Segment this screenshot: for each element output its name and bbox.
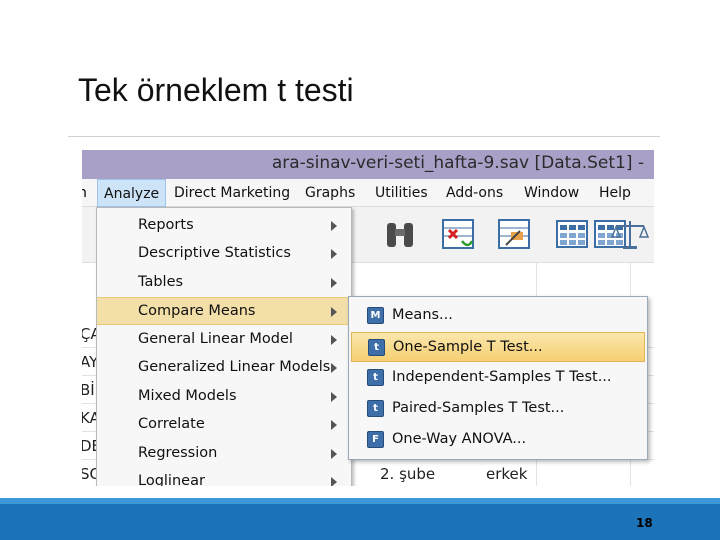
menu-item-label: Correlate: [138, 416, 205, 432]
title-divider: [68, 136, 660, 137]
menu-item-tables[interactable]: Tables: [97, 269, 351, 297]
t-test-icon: t: [368, 339, 385, 356]
menu-item-regression[interactable]: Regression: [97, 440, 351, 468]
chevron-right-icon: [331, 420, 337, 430]
menu-item-label: Loglinear: [138, 473, 205, 486]
page-number: 18: [636, 516, 653, 530]
gender-cell[interactable]: erkek: [486, 465, 527, 483]
window-titlebar: ara-sinav-veri-seti_hafta-9.sav [Data.Se…: [82, 150, 654, 179]
slide-footer: 18: [0, 498, 720, 540]
menu-item-reports[interactable]: Reports: [97, 212, 351, 240]
balance-scale-icon[interactable]: [610, 217, 650, 253]
menu-utilities[interactable]: Utilities: [375, 185, 428, 201]
slide-title: Tek örneklem t testi: [78, 72, 354, 108]
menu-item-label: General Linear Model: [138, 331, 293, 347]
menu-item-means[interactable]: M Means...: [351, 301, 645, 331]
menu-item-label: Reports: [138, 217, 194, 233]
menu-item-one-sample-t-test[interactable]: t One-Sample T Test...: [351, 332, 645, 362]
select-cases-icon[interactable]: [440, 217, 476, 253]
menu-item-one-way-anova[interactable]: F One-Way ANOVA...: [351, 425, 645, 455]
compare-means-submenu: M Means... t One-Sample T Test... t Inde…: [348, 296, 648, 460]
chevron-right-icon: [331, 392, 337, 402]
chevron-right-icon: [331, 477, 337, 486]
group-cell[interactable]: 2. şube: [380, 465, 435, 483]
menu-item-compare-means[interactable]: Compare Means: [97, 297, 351, 325]
menu-bar: n Analyze Direct Marketing Graphs Utilit…: [82, 179, 654, 207]
spss-screenshot: ara-sinav-veri-seti_hafta-9.sav [Data.Se…: [82, 150, 654, 486]
analyze-menu: Reports Descriptive Statistics Tables Co…: [96, 207, 352, 486]
chevron-right-icon: [331, 449, 337, 459]
chevron-right-icon: [331, 249, 337, 259]
chart-builder-icon[interactable]: [496, 217, 532, 253]
chevron-right-icon: [331, 363, 337, 373]
menu-item-label: Tables: [138, 274, 184, 290]
value-labels-icon[interactable]: [554, 217, 590, 253]
chevron-right-icon: [331, 307, 337, 317]
menu-item-label: Descriptive Statistics: [138, 245, 291, 261]
menu-direct-marketing[interactable]: Direct Marketing: [174, 185, 290, 201]
menu-item-loglinear[interactable]: Loglinear: [97, 468, 351, 486]
menu-item-correlate[interactable]: Correlate: [97, 411, 351, 439]
menu-item-generalized-linear-models[interactable]: Generalized Linear Models: [97, 354, 351, 382]
menu-graphs[interactable]: Graphs: [305, 185, 355, 201]
window-title: ara-sinav-veri-seti_hafta-9.sav [Data.Se…: [271, 153, 644, 173]
menu-item-label: Means...: [392, 307, 453, 323]
menu-item-general-linear-model[interactable]: General Linear Model: [97, 326, 351, 354]
menu-analyze[interactable]: Analyze: [97, 179, 167, 207]
t-test-icon: t: [367, 369, 384, 386]
binoculars-icon[interactable]: [382, 217, 418, 253]
anova-icon: F: [367, 431, 384, 448]
menu-item-label: Compare Means: [138, 303, 256, 319]
row-stub: Bİ: [82, 381, 95, 399]
menu-item-label: Independent-Samples T Test...: [392, 369, 612, 385]
t-test-icon: t: [367, 400, 384, 417]
menu-item-label: Paired-Samples T Test...: [392, 400, 565, 416]
menu-item-label: Regression: [138, 445, 218, 461]
menu-help[interactable]: Help: [599, 185, 631, 201]
menu-edge-fragment: n: [82, 185, 87, 201]
menu-item-mixed-models[interactable]: Mixed Models: [97, 383, 351, 411]
menu-window[interactable]: Window: [524, 185, 579, 201]
chevron-right-icon: [331, 221, 337, 231]
menu-item-paired-samples-t-test[interactable]: t Paired-Samples T Test...: [351, 394, 645, 424]
menu-item-label: One-Way ANOVA...: [392, 431, 527, 447]
means-icon: M: [367, 307, 384, 324]
menu-item-descriptive-statistics[interactable]: Descriptive Statistics: [97, 240, 351, 268]
menu-item-label: Mixed Models: [138, 388, 237, 404]
chevron-right-icon: [331, 335, 337, 345]
menu-add-ons[interactable]: Add-ons: [446, 185, 503, 201]
menu-item-label: One-Sample T Test...: [393, 339, 543, 355]
footer-accent: [0, 498, 720, 504]
chevron-right-icon: [331, 278, 337, 288]
menu-item-independent-samples-t-test[interactable]: t Independent-Samples T Test...: [351, 363, 645, 393]
menu-item-label: Generalized Linear Models: [138, 359, 331, 375]
